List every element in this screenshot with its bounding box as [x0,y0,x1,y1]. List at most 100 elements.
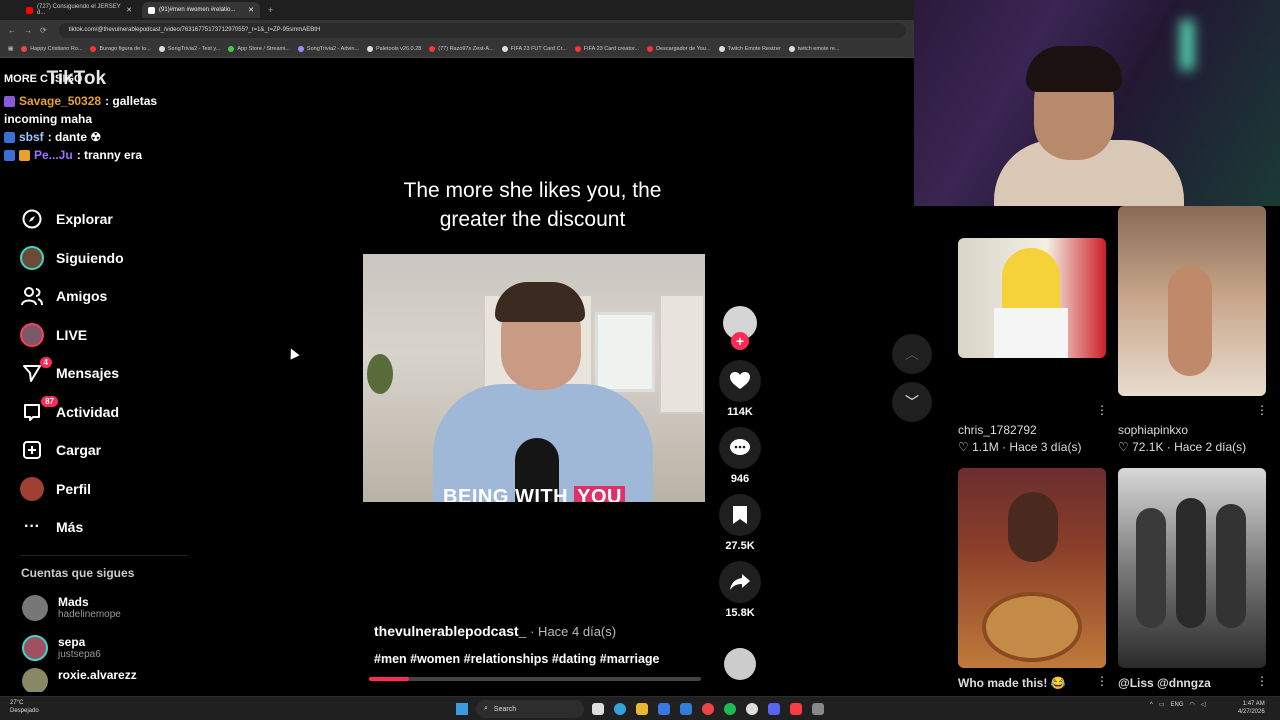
weather-widget[interactable]: 27°C Despejado [10,699,39,715]
bookmark-item[interactable]: App Store / Streami... [228,45,290,52]
app-icon[interactable] [812,703,824,715]
more-options-icon[interactable]: ⋮ [1096,403,1108,417]
bookmark-item[interactable]: Twitch Emote Resizer [718,45,781,52]
tiktok-icon [148,6,155,14]
more-options-icon[interactable]: ⋮ [1256,403,1268,417]
back-arrow-icon[interactable]: ← [8,26,16,35]
file-explorer-icon[interactable] [636,703,648,715]
chrome-icon[interactable] [702,703,714,715]
discord-icon[interactable] [768,703,780,715]
task-view-icon[interactable] [592,703,604,715]
following-account[interactable]: sepa justsepa6 [0,628,195,668]
bookmark-item[interactable]: Burago figura de to... [90,45,151,52]
browser-tab-tiktok[interactable]: (91)#men #women #relatio... ✕ [142,2,260,18]
reload-icon[interactable]: ⟳ [40,26,47,35]
share-icon[interactable] [719,561,761,603]
sidebar-item-actividad[interactable]: 87 Actividad [0,393,195,432]
sidebar-item-mas[interactable]: ··· Más [0,508,195,547]
sidebar-item-live[interactable]: LIVE [0,316,195,355]
sidebar-item-explorar[interactable]: Explorar [0,200,195,239]
chat-badge-icon [4,95,15,107]
cartoon-shirt [994,308,1068,358]
wifi-icon[interactable]: ◠ [1190,701,1195,708]
bookmark-item[interactable]: Paletools v26.0.28 [367,45,421,52]
sidebar-item-amigos[interactable]: Amigos [0,277,195,316]
following-section-title: Cuentas que sigues [21,565,135,580]
bookmark-item[interactable]: twitch emote re... [788,45,840,52]
windows-start-icon[interactable] [456,703,468,715]
url-input[interactable]: tiktok.com/@thevulnerablepodcast_/video/… [58,22,906,38]
previous-video-button[interactable]: ︿ [892,334,932,374]
video-caption-text: The more she likes you, the greater the … [403,179,662,231]
address-bar-row: ← → ⟳ tiktok.com/@thevulnerablepodcast_/… [0,20,914,40]
close-icon[interactable]: ✕ [248,6,254,14]
store-icon[interactable] [658,703,670,715]
next-video-button[interactable]: ﹀ [892,382,932,422]
forward-arrow-icon[interactable]: → [24,26,32,35]
volume-icon[interactable]: ◁ [1201,701,1206,708]
pizza [982,592,1082,662]
following-account[interactable]: Mads hadelinemope [0,588,195,628]
chevron-up-icon[interactable]: ^ [1150,702,1153,708]
edge-icon[interactable] [614,703,626,715]
more-icon: ··· [24,518,40,536]
spotify-icon[interactable] [724,703,736,715]
heart-icon[interactable] [719,360,761,402]
grid-item-title[interactable]: chris_1782792 [958,423,1037,437]
mail-icon[interactable] [680,703,692,715]
grid-item-title[interactable]: Who made this! 😂 [958,676,1066,694]
comment-action: 946 [718,427,762,494]
bookmark-item[interactable]: Descargador de You... [647,45,711,52]
neon-light [1180,20,1194,70]
next-creator-avatar[interactable] [724,648,756,680]
sidebar-item-siguiendo[interactable]: Siguiendo [0,239,195,278]
following-account[interactable]: roxie.alvarezz [0,667,195,692]
clock[interactable]: 1:47 AM 4/27/2026 [1238,700,1265,716]
follow-plus-icon[interactable]: + [731,332,749,350]
grid-item-title[interactable]: sophiapinkxo [1118,423,1188,437]
new-tab-button[interactable]: + [268,5,273,15]
chat-badge-icon [4,131,15,143]
author-name[interactable]: thevulnerablepodcast_ [374,623,527,639]
bookmark-icon[interactable] [719,494,761,536]
grid-thumbnail[interactable] [1118,468,1266,668]
grid-thumbnail[interactable] [958,468,1106,668]
plant [367,354,393,394]
language-indicator[interactable]: ENG [1171,702,1184,708]
video-player[interactable]: BEING WITH YOU [363,254,705,502]
bookmark-item[interactable]: (77) Razo97s Zest-A... [429,45,494,52]
bookmark-item[interactable]: SongTrivia2 - Advin... [297,45,359,52]
more-options-icon[interactable]: ⋮ [1096,674,1108,688]
close-icon[interactable]: ✕ [126,6,132,14]
bookmark-item[interactable]: FIFA 23 FUT Card Cr... [501,45,567,52]
person-figure [1168,266,1212,376]
bookmark-item[interactable]: FIFA 23 Card creator... [574,45,639,52]
sidebar-item-mensajes[interactable]: 4 Mensajes [0,354,195,393]
comment-icon[interactable] [719,427,761,469]
video-hashtags[interactable]: #men #women #relationships #dating #marr… [374,652,660,666]
sidebar-item-cargar[interactable]: Cargar [0,431,195,470]
plus-square-icon [20,438,44,462]
notification-badge: 87 [41,395,58,407]
grid-item-title[interactable]: @Liss @dnngza [1118,676,1211,694]
app-icon[interactable] [746,703,758,715]
avatar [22,667,48,692]
browser-tab-youtube[interactable]: (727) Consiguiendo el JERSEY d... ✕ [20,2,138,18]
more-options-icon[interactable]: ⋮ [1256,674,1268,688]
taskbar-search[interactable]: ⌕ Search [476,700,584,718]
sidebar-item-perfil[interactable]: Perfil [0,470,195,509]
video-progress-bar[interactable] [369,677,701,681]
mouse-cursor [286,346,300,360]
tray-icon[interactable]: ▭ [1159,701,1165,708]
grid-thumbnail[interactable] [1118,206,1266,396]
grid-thumbnail[interactable] [958,238,1106,358]
music-icon[interactable] [790,703,802,715]
friends-icon [20,284,44,308]
apps-icon[interactable]: ▦ [8,46,13,52]
bookmark-item[interactable]: SongTrivia2 - Test y... [158,45,220,52]
notification-badge: 4 [39,357,52,369]
comment-count: 946 [730,473,750,485]
bookmark-item[interactable]: Happy Cristiano Ro... [21,45,82,52]
share-action: 15.8K [718,561,762,628]
save-action: 27.5K [718,494,762,561]
